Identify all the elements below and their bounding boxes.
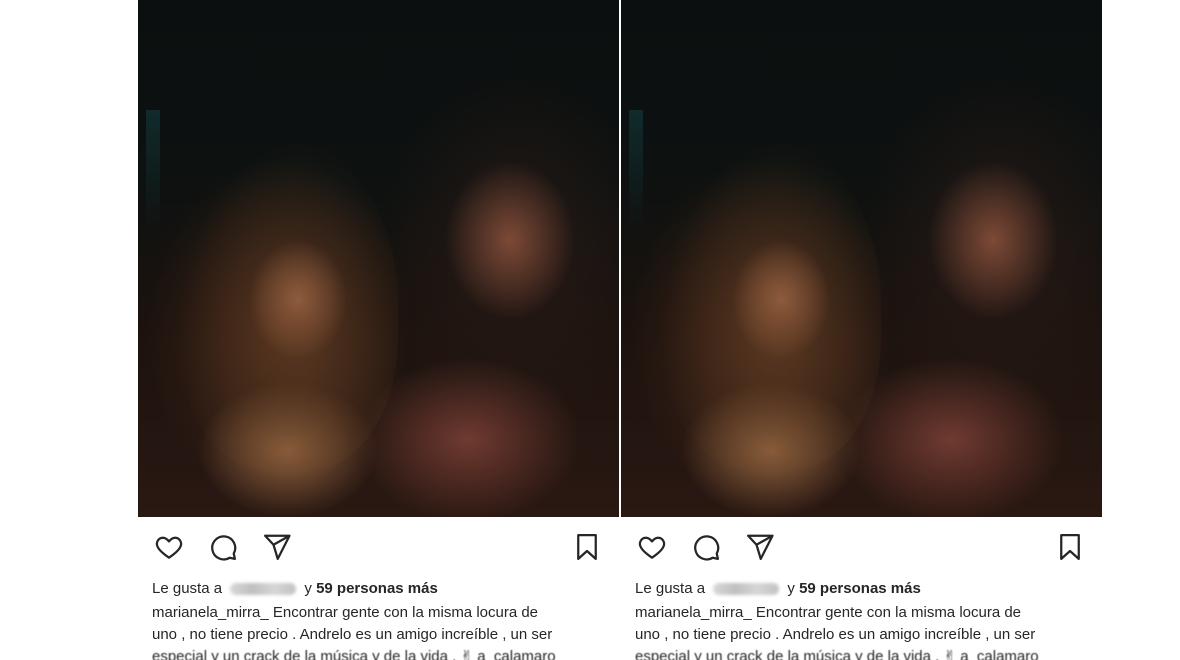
post-caption: marianela_mirra_ Encontrar gente con la … (152, 602, 602, 660)
post-actions-bar (138, 528, 619, 568)
paper-plane-icon[interactable] (743, 530, 777, 564)
caption-text-line1: Encontrar gente con la misma locura de (272, 604, 539, 621)
caption-text-line3: especial y un crack de la música y de la… (635, 648, 1039, 660)
comment-icon[interactable] (206, 530, 240, 564)
caption-username[interactable]: marianela_mirra_ (152, 604, 269, 621)
likes-count[interactable]: 59 personas más (799, 580, 921, 597)
photo-background-light (629, 110, 643, 230)
caption-text-line3: especial y un crack de la música y de la… (152, 648, 556, 660)
instagram-post-left: Le gusta a y 59 personas más marianela_m… (138, 0, 619, 660)
likes-prefix: Le gusta a (152, 580, 223, 597)
likes-summary[interactable]: Le gusta a y 59 personas más (152, 580, 438, 597)
blurred-username (230, 583, 297, 596)
photo-subject-shadow (178, 140, 398, 470)
post-photo[interactable] (138, 0, 619, 517)
heart-icon[interactable] (635, 530, 669, 564)
likes-count[interactable]: 59 personas más (316, 580, 438, 597)
comment-icon[interactable] (689, 530, 723, 564)
caption-text-line2: uno , no tiene precio . Andrelo es un am… (152, 626, 553, 643)
photo-background-light (146, 110, 160, 230)
likes-summary[interactable]: Le gusta a y 59 personas más (635, 580, 921, 597)
likes-connector: y (787, 580, 795, 597)
bookmark-icon[interactable] (570, 530, 604, 564)
caption-text-line1: Encontrar gente con la misma locura de (755, 604, 1022, 621)
post-caption: marianela_mirra_ Encontrar gente con la … (635, 602, 1085, 660)
likes-prefix: Le gusta a (635, 580, 706, 597)
instagram-post-right: Le gusta a y 59 personas más marianela_m… (621, 0, 1102, 660)
paper-plane-icon[interactable] (260, 530, 294, 564)
bookmark-icon[interactable] (1053, 530, 1087, 564)
caption-username[interactable]: marianela_mirra_ (635, 604, 752, 621)
blurred-username (713, 583, 780, 596)
photo-subject-shadow (661, 140, 881, 470)
post-photo[interactable] (621, 0, 1102, 517)
likes-connector: y (304, 580, 312, 597)
heart-icon[interactable] (152, 530, 186, 564)
post-actions-bar (621, 528, 1102, 568)
caption-text-line2: uno , no tiene precio . Andrelo es un am… (635, 626, 1036, 643)
